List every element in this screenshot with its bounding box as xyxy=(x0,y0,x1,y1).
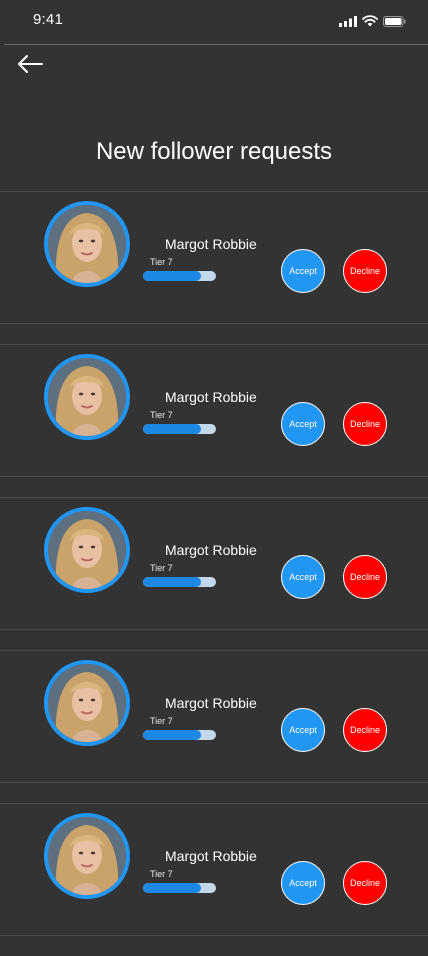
signal-icon xyxy=(339,14,357,32)
tier-progress-bar xyxy=(143,730,216,740)
accept-button[interactable]: Accept xyxy=(281,249,325,293)
accept-button[interactable]: Accept xyxy=(281,555,325,599)
follower-name[interactable]: Margot Robbie xyxy=(165,542,257,558)
tier-progress-bar xyxy=(143,271,216,281)
follower-request-card: Margot Robbie Tier 7 Accept Decline xyxy=(0,344,428,477)
arrow-left-icon xyxy=(16,54,44,79)
status-bar: 9:41 xyxy=(0,0,428,44)
tier-progress-fill xyxy=(143,271,202,281)
accept-button[interactable]: Accept xyxy=(281,402,325,446)
follower-request-card: Margot Robbie Tier 7 Accept Decline xyxy=(0,497,428,630)
follower-request-list: Margot Robbie Tier 7 Accept Decline Marg… xyxy=(0,191,428,956)
tier-progress-fill xyxy=(143,883,202,893)
decline-button[interactable]: Decline xyxy=(343,708,387,752)
avatar[interactable] xyxy=(44,507,130,593)
tier-progress-bar xyxy=(143,577,216,587)
follower-name[interactable]: Margot Robbie xyxy=(165,389,257,405)
tier-progress-fill xyxy=(143,730,202,740)
back-button[interactable] xyxy=(14,53,46,79)
tier-label: Tier 7 xyxy=(150,410,173,420)
status-time: 9:41 xyxy=(33,11,63,28)
avatar[interactable] xyxy=(44,660,130,746)
status-icons xyxy=(339,14,406,32)
follower-request-card: Margot Robbie Tier 7 Accept Decline xyxy=(0,191,428,324)
follower-name[interactable]: Margot Robbie xyxy=(165,848,257,864)
avatar[interactable] xyxy=(44,813,130,899)
decline-button[interactable]: Decline xyxy=(343,402,387,446)
battery-icon xyxy=(383,14,406,32)
follower-name[interactable]: Margot Robbie xyxy=(165,695,257,711)
follower-request-card: Margot Robbie Tier 7 Accept Decline xyxy=(0,650,428,783)
tier-progress-bar xyxy=(143,424,216,434)
decline-button[interactable]: Decline xyxy=(343,861,387,905)
tier-progress-fill xyxy=(143,424,202,434)
avatar[interactable] xyxy=(44,201,130,287)
wifi-icon xyxy=(362,14,378,32)
tier-label: Tier 7 xyxy=(150,257,173,267)
top-divider xyxy=(4,44,428,45)
follower-request-card: Margot Robbie Tier 7 Accept Decline xyxy=(0,803,428,936)
accept-button[interactable]: Accept xyxy=(281,708,325,752)
decline-button[interactable]: Decline xyxy=(343,555,387,599)
tier-progress-fill xyxy=(143,577,202,587)
tier-label: Tier 7 xyxy=(150,563,173,573)
avatar[interactable] xyxy=(44,354,130,440)
tier-label: Tier 7 xyxy=(150,869,173,879)
decline-button[interactable]: Decline xyxy=(343,249,387,293)
accept-button[interactable]: Accept xyxy=(281,861,325,905)
tier-label: Tier 7 xyxy=(150,716,173,726)
tier-progress-bar xyxy=(143,883,216,893)
follower-name[interactable]: Margot Robbie xyxy=(165,236,257,252)
page-title: New follower requests xyxy=(95,138,333,165)
